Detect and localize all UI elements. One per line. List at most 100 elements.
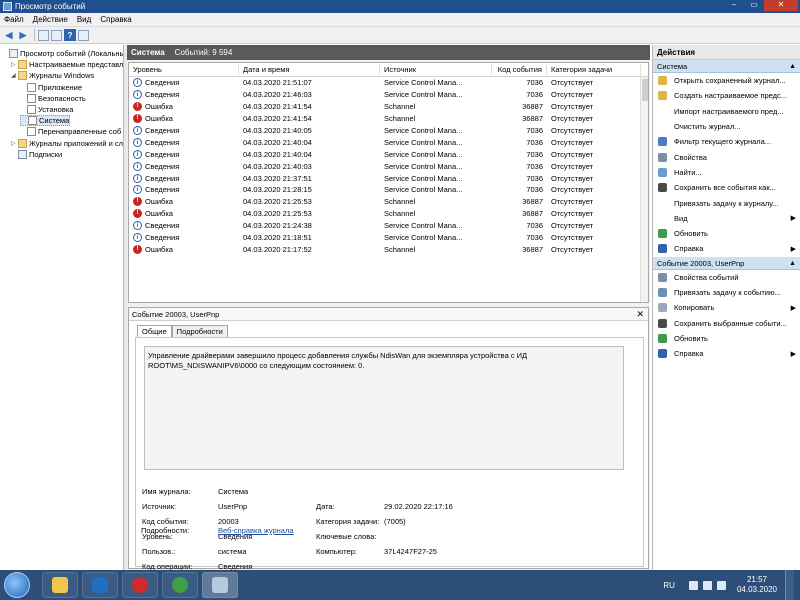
action-item[interactable]: Создать настраиваемое предс... [653,88,800,103]
tab-details[interactable]: Подробности [171,325,228,337]
table-row[interactable]: i Сведения 04.03.2020 21:51:07 Service Cont… [129,77,648,89]
action-item[interactable]: Импорт настраиваемого пред... [653,104,800,119]
menu-action[interactable]: Действие [33,15,68,24]
menu-file[interactable]: Файл [4,15,24,24]
table-row[interactable]: ! Ошибка 04.03.2020 21:25:53 Schannel 36887 О… [129,208,648,220]
column-level[interactable]: Уровень [129,63,239,76]
action-item[interactable]: Очистить журнал... [653,119,800,134]
table-row[interactable]: i Сведения 04.03.2020 21:40:03 Service Cont… [129,160,648,172]
flag-icon[interactable] [688,580,698,590]
taskbar-explorer-button[interactable] [42,572,78,598]
tree-item[interactable]: Система [20,115,71,127]
show-hide-tree-icon[interactable] [51,29,62,41]
action-item[interactable]: Найти... [653,165,800,180]
tab-general[interactable]: Общие [137,325,172,337]
action-label: Обновить [674,333,708,343]
expand-arrow-icon[interactable]: ▷ [11,140,18,147]
table-row[interactable]: i Сведения 04.03.2020 21:18:51 Service Cont… [129,232,648,244]
event-message[interactable]: Управление драйверами завершило процесс … [144,346,624,470]
taskbar-chrome-button[interactable] [162,572,198,598]
actions-section-log[interactable]: Система ▲ [653,60,800,73]
action-item[interactable]: Справка ▶ [653,241,800,256]
log-icon [27,93,36,103]
action-item[interactable]: Открыть сохраненный журнал... [653,73,800,88]
event-actions-list: Свойства событий Привязать задачу к событ… [653,270,800,362]
minimize-icon[interactable]: ‒ [724,0,744,11]
tree-item[interactable]: ▷ Настраиваемые представле [11,59,123,70]
app-icon [3,2,12,11]
tree-item[interactable]: Просмотр событий (Локальны [2,48,123,59]
level-text: Сведения [145,137,180,147]
source-label: Источник: [142,502,177,511]
start-button[interactable] [4,572,30,598]
expand-arrow-icon[interactable]: ▷ [11,61,18,68]
tree-item[interactable]: Установка [20,104,73,115]
column-datetime[interactable]: Дата и время [239,63,380,76]
collapse-arrow-icon[interactable]: ▲ [789,257,796,270]
tree-item[interactable]: Подписки [11,149,62,160]
maximize-icon[interactable]: ▭ [744,0,764,11]
actions-section-event[interactable]: Событие 20003, UserPnp ▲ [653,256,800,270]
expand-arrow-icon[interactable]: ◢ [11,72,18,79]
menu-view[interactable]: Вид [77,15,91,24]
table-row[interactable]: ! Ошибка 04.03.2020 21:41:54 Schannel 36887 О… [129,101,648,113]
action-item[interactable]: Фильтр текущего журнала... [653,134,800,149]
action-item[interactable]: Привязать задачу к журналу... [653,195,800,210]
action-icon [658,349,667,359]
network-icon[interactable] [702,580,712,590]
column-task-category[interactable]: Категория задачи [547,63,641,76]
clock[interactable]: 21:57 04.03.2020 [737,575,777,595]
tree-item[interactable]: Безопасность [20,93,86,104]
close-icon[interactable]: ✕ [764,0,798,11]
column-source[interactable]: Источник [380,63,492,76]
taskbar-libreoffice-button[interactable] [82,572,118,598]
detail-close-icon[interactable]: ✕ [636,309,644,320]
taskbar: RU 21:57 04.03.2020 [0,570,800,600]
table-row[interactable]: i Сведения 04.03.2020 21:24:38 Service Cont… [129,220,648,232]
show-hide-actions-icon[interactable] [78,29,89,41]
taskbar-event-viewer-button[interactable] [202,572,238,598]
cell-event-id: 7036 [526,185,543,195]
tree-item[interactable]: Перенаправленные соб [20,126,121,137]
tree-item[interactable]: Приложение [20,82,82,93]
action-item[interactable]: Свойства событий [653,270,800,285]
action-item[interactable]: Вид ▶ [653,211,800,226]
date-value: 29.02.2020 22:17:16 [384,502,453,511]
table-row[interactable]: ! Ошибка 04.03.2020 21:41:54 Schannel 36887 О… [129,113,648,125]
table-row[interactable]: ! Ошибка 04.03.2020 21:25:53 Schannel 36887 О… [129,196,648,208]
action-item[interactable]: Копировать ▶ [653,300,800,315]
show-desktop-button[interactable] [785,570,794,600]
chrome-icon [172,577,188,593]
table-scrollbar[interactable] [640,77,648,302]
back-icon[interactable]: ◀ [3,29,15,41]
action-item[interactable]: Сохранить выбранные событи... [653,315,800,330]
action-item[interactable]: Обновить [653,226,800,241]
table-row[interactable]: i Сведения 04.03.2020 21:40:05 Service Cont… [129,125,648,137]
volume-icon[interactable] [716,580,726,590]
tree-item-label: Система [39,116,70,126]
action-item[interactable]: Справка ▶ [653,346,800,361]
action-icon [658,213,667,223]
column-event-id[interactable]: Код события [492,63,547,76]
taskbar-opera-button[interactable] [122,572,158,598]
action-item[interactable]: Сохранить все события как... [653,180,800,195]
collapse-arrow-icon[interactable]: ▲ [789,60,796,73]
language-indicator[interactable]: RU [663,581,675,590]
scrollbar-thumb[interactable] [642,79,648,101]
action-item[interactable]: Свойства [653,149,800,164]
menu-help[interactable]: Справка [100,15,131,24]
online-help-link[interactable]: Веб-справка журнала [218,526,294,535]
table-row[interactable]: ! Ошибка 04.03.2020 21:17:52 Schannel 36887 О… [129,243,648,255]
help-icon[interactable]: ? [64,29,76,41]
up-folder-icon[interactable] [38,29,49,41]
action-item[interactable]: Обновить [653,331,800,346]
table-row[interactable]: i Сведения 04.03.2020 21:37:51 Service Cont… [129,172,648,184]
tree-item[interactable]: ◢ Журналы Windows [11,70,94,81]
action-item[interactable]: Привязать задачу к событию... [653,285,800,300]
table-row[interactable]: i Сведения 04.03.2020 21:40:04 Service Cont… [129,148,648,160]
forward-icon[interactable]: ▶ [17,29,29,41]
table-row[interactable]: i Сведения 04.03.2020 21:40:04 Service Cont… [129,136,648,148]
table-row[interactable]: i Сведения 04.03.2020 21:28:15 Service Cont… [129,184,648,196]
table-row[interactable]: i Сведения 04.03.2020 21:46:03 Service Cont… [129,89,648,101]
tree-item[interactable]: ▷ Журналы приложений и сл [11,138,123,149]
